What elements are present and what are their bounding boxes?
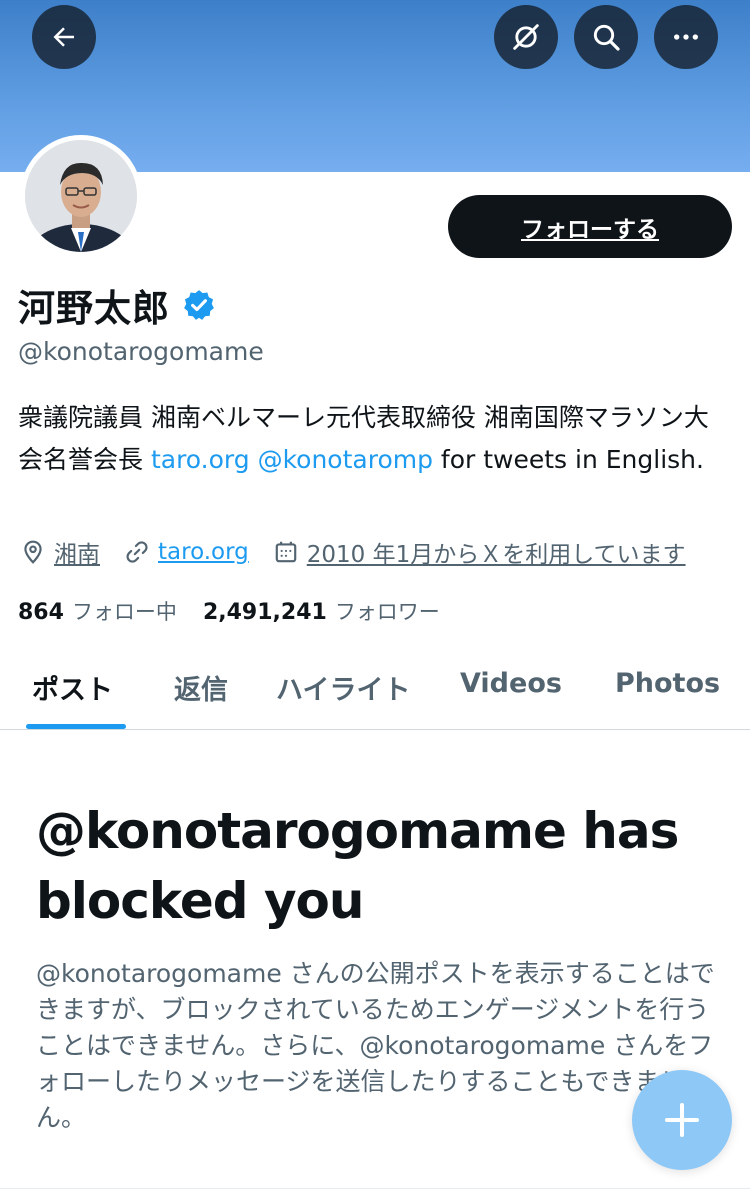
meta-website[interactable]: taro.org — [124, 539, 249, 565]
bio-link-website[interactable]: taro.org — [151, 445, 250, 474]
profile-stats: 864 フォロー中 2,491,241 フォロワー — [18, 596, 466, 626]
verified-badge-icon[interactable] — [182, 288, 216, 322]
tab-posts[interactable]: ポスト — [32, 668, 113, 707]
compose-post-button[interactable] — [632, 1070, 732, 1170]
bio-link-mention[interactable]: @konotaromp — [258, 445, 433, 474]
following-label[interactable]: フォロー中 — [72, 596, 177, 626]
meta-joined: 2010 年1月からＸを利用しています — [273, 535, 686, 569]
location-pin-icon — [24, 540, 42, 564]
calendar-icon — [275, 541, 297, 563]
bio-text-end: for tweets in English. — [432, 445, 704, 474]
translate-icon — [513, 24, 539, 50]
tab-highlights[interactable]: ハイライト — [276, 668, 410, 707]
avatar[interactable] — [20, 135, 142, 257]
back-button[interactable] — [32, 5, 96, 69]
profile-meta: 湘南 taro.org 2010 年1月からＸを利用しています — [20, 535, 710, 569]
more-dots-icon — [674, 34, 698, 40]
search-button[interactable] — [574, 5, 638, 69]
plus-icon — [665, 1103, 699, 1137]
tab-replies[interactable]: 返信 — [174, 668, 228, 707]
tab-videos[interactable]: Videos — [460, 668, 562, 699]
link-icon — [126, 541, 148, 563]
search-icon — [593, 24, 620, 51]
profile-name-row: 河野太郎 — [18, 278, 216, 332]
active-tab-indicator — [26, 724, 126, 729]
translate-button[interactable] — [494, 5, 558, 69]
blocked-description: @konotarogomame さんの公開ポストを表示することはできますが、ブロ… — [36, 959, 715, 1132]
joined-text: 2010 年1月からＸを利用しています — [306, 542, 686, 568]
follow-button[interactable]: フォローする — [448, 195, 732, 258]
blocked-title: @konotarogomame has blocked you — [36, 802, 679, 930]
tab-photos[interactable]: Photos — [615, 668, 720, 699]
profile-tabs: ポスト 返信 ハイライト Videos Photos — [0, 650, 750, 730]
profile-handle: @konotarogomame — [18, 337, 264, 366]
avatar-photo — [25, 140, 137, 252]
arrow-left-icon — [53, 27, 74, 47]
location-text: 湘南 — [54, 542, 100, 568]
display-name: 河野太郎 — [18, 287, 170, 330]
website-link[interactable]: taro.org — [158, 539, 249, 565]
meta-location: 湘南 — [20, 535, 100, 569]
followers-count[interactable]: 2,491,241 — [203, 600, 327, 625]
followers-label[interactable]: フォロワー — [335, 596, 440, 626]
more-button[interactable] — [654, 5, 718, 69]
following-count[interactable]: 864 — [18, 600, 64, 625]
profile-bio: 衆議院議員 湘南ベルマーレ元代表取締役 湘南国際マラソン大会名誉会長 taro.… — [18, 397, 730, 481]
divider — [0, 1188, 750, 1189]
